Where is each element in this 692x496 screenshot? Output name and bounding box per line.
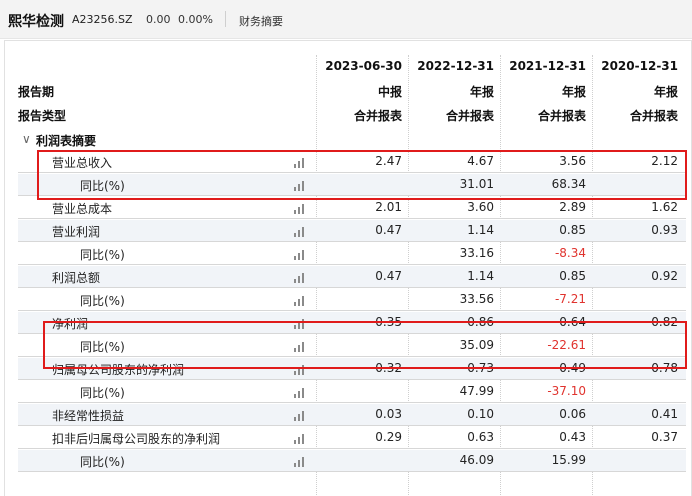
highlight-box-revenue: [37, 150, 687, 200]
cell-value: -8.34: [554, 246, 586, 260]
bar-chart-icon[interactable]: [294, 295, 306, 306]
row-label: 同比(%): [80, 455, 125, 469]
cell-value: 0.10: [467, 407, 494, 421]
cell-value: 0.37: [651, 430, 678, 444]
report-type-row: 报告类型 合并报表 合并报表 合并报表 合并报表: [18, 103, 686, 126]
report-type-value: 合并报表: [537, 109, 586, 123]
column-date[interactable]: 2023-06-30: [316, 59, 402, 73]
stock-code: A23256.SZ: [72, 13, 133, 26]
cell-value: 0.47: [375, 269, 402, 283]
report-period-value: 中报: [377, 85, 402, 99]
report-type-label: 报告类型: [18, 109, 67, 123]
row-divider: [18, 425, 686, 426]
cell-value: 0.85: [559, 223, 586, 237]
row-label: 营业总成本: [52, 202, 113, 216]
row-divider: [18, 287, 686, 288]
table-row[interactable]: 非经常性损益 0.03 0.10 0.06 0.41: [18, 404, 686, 426]
row-label: 扣非后归属母公司股东的净利润: [52, 432, 221, 446]
table-row[interactable]: 同比(%) 33.16 -8.34: [18, 243, 686, 265]
report-period-value: 年报: [469, 85, 494, 99]
report-type-value: 合并报表: [445, 109, 494, 123]
row-divider: [18, 241, 686, 242]
bar-chart-icon[interactable]: [294, 387, 306, 398]
row-divider: [18, 310, 686, 311]
bar-chart-icon[interactable]: [294, 249, 306, 260]
cell-value: 33.16: [459, 246, 494, 260]
bar-chart-icon[interactable]: [294, 410, 306, 421]
section-title: 利润表摘要: [36, 134, 97, 148]
cell-value: 1.62: [651, 200, 678, 214]
row-label: 同比(%): [80, 294, 125, 308]
row-label: 利润总额: [52, 271, 101, 285]
cell-value: 1.14: [467, 269, 494, 283]
cell-value: 0.63: [467, 430, 494, 444]
cell-value: 1.14: [467, 223, 494, 237]
tab-financial-summary[interactable]: 财务摘要: [239, 13, 283, 29]
bar-chart-icon[interactable]: [294, 456, 306, 467]
table-row[interactable]: 同比(%) 33.56 -7.21: [18, 289, 686, 311]
header-divider: [225, 11, 226, 27]
company-name: 熙华检测: [8, 14, 64, 30]
row-divider: [18, 402, 686, 403]
table-row[interactable]: 同比(%) 46.09 15.99: [18, 450, 686, 472]
cell-value: 2.01: [375, 200, 402, 214]
cell-value: 2.89: [559, 200, 586, 214]
row-label: 同比(%): [80, 386, 125, 400]
cell-value: 0.29: [375, 430, 402, 444]
table-row[interactable]: 同比(%) 47.99 -37.10: [18, 381, 686, 403]
table-row[interactable]: 营业利润 0.47 1.14 0.85 0.93: [18, 220, 686, 242]
bar-chart-icon[interactable]: [294, 272, 306, 283]
row-divider: [18, 471, 686, 472]
chevron-down-icon[interactable]: ∨: [22, 132, 31, 146]
financial-table: 2023-06-30 2022-12-31 2021-12-31 2020-12…: [18, 55, 686, 495]
cell-value: 33.56: [459, 292, 494, 306]
report-period-value: 年报: [653, 85, 678, 99]
cell-value: 0.06: [559, 407, 586, 421]
column-date[interactable]: 2020-12-31: [592, 59, 678, 73]
row-divider: [18, 218, 686, 219]
table-row[interactable]: 营业总成本 2.01 3.60 2.89 1.62: [18, 197, 686, 219]
cell-value: 15.99: [551, 453, 586, 467]
report-period-row: 报告期 中报 年报 年报 年报: [18, 79, 686, 102]
row-divider: [18, 379, 686, 380]
report-period-label: 报告期: [18, 85, 55, 99]
cell-value: 0.92: [651, 269, 678, 283]
stock-price: 0.00: [146, 13, 171, 26]
row-label: 营业利润: [52, 225, 101, 239]
report-type-value: 合并报表: [629, 109, 678, 123]
price-change-pct: 0.00%: [178, 13, 213, 26]
cell-value: 0.41: [651, 407, 678, 421]
table-row[interactable]: 利润总额 0.47 1.14 0.85 0.92: [18, 266, 686, 288]
report-type-value: 合并报表: [353, 109, 402, 123]
row-label: 非经常性损益: [52, 409, 125, 423]
cell-value: -37.10: [547, 384, 586, 398]
table-row[interactable]: 扣非后归属母公司股东的净利润 0.29 0.63 0.43 0.37: [18, 427, 686, 449]
cell-value: -7.21: [554, 292, 586, 306]
bar-chart-icon[interactable]: [294, 203, 306, 214]
section-income-statement[interactable]: ∨ 利润表摘要: [18, 129, 686, 151]
bar-chart-icon[interactable]: [294, 433, 306, 444]
column-date[interactable]: 2021-12-31: [500, 59, 586, 73]
cell-value: 0.43: [559, 430, 586, 444]
cell-value: 0.47: [375, 223, 402, 237]
row-divider: [18, 448, 686, 449]
cell-value: 0.93: [651, 223, 678, 237]
cell-value: 46.09: [459, 453, 494, 467]
row-divider: [18, 264, 686, 265]
date-header-row: 2023-06-30 2022-12-31 2021-12-31 2020-12…: [18, 55, 686, 78]
row-label: 同比(%): [80, 248, 125, 262]
column-date[interactable]: 2022-12-31: [408, 59, 494, 73]
cell-value: 3.60: [467, 200, 494, 214]
quote-header: 熙华检测 A23256.SZ 0.00 0.00% 财务摘要: [0, 0, 692, 39]
bar-chart-icon[interactable]: [294, 226, 306, 237]
cell-value: 0.85: [559, 269, 586, 283]
cell-value: 0.03: [375, 407, 402, 421]
highlight-box-net-profit: [43, 321, 687, 369]
cell-value: 47.99: [459, 384, 494, 398]
report-period-value: 年报: [561, 85, 586, 99]
